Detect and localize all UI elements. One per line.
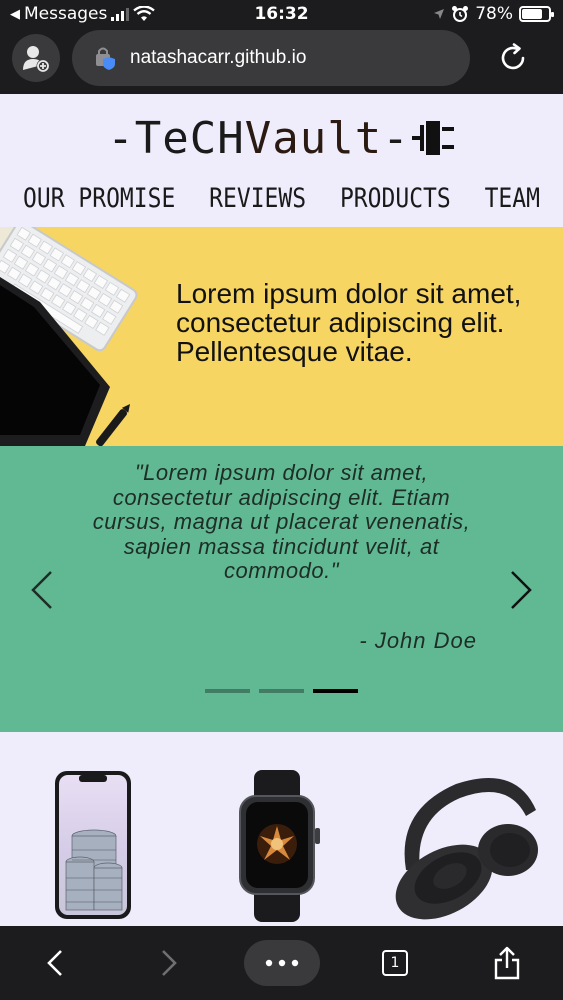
chevron-left-icon bbox=[47, 950, 62, 976]
ellipsis-icon bbox=[265, 959, 299, 967]
reload-icon[interactable] bbox=[497, 42, 529, 74]
more-menu-button[interactable] bbox=[244, 940, 320, 986]
logo-text: -TeCH Vault - bbox=[107, 113, 455, 164]
headphones-product-image[interactable] bbox=[386, 770, 542, 920]
url-field[interactable]: natashacarr.github.io bbox=[72, 30, 470, 86]
status-right: 78% bbox=[433, 4, 554, 24]
logo-prefix: -TeCH bbox=[107, 112, 245, 164]
profile-button[interactable] bbox=[12, 34, 60, 82]
testimonial-author: - John Doe bbox=[359, 628, 477, 653]
carousel-indicator-1[interactable] bbox=[205, 689, 250, 693]
nav-team[interactable]: TEAM bbox=[485, 184, 540, 214]
battery-icon bbox=[519, 6, 554, 22]
testimonial-quote: "Lorem ipsum dolor sit amet, consectetur… bbox=[92, 460, 471, 583]
privacy-shield-icon bbox=[96, 47, 115, 70]
battery-fill bbox=[522, 9, 543, 19]
carousel-indicator-2[interactable] bbox=[259, 689, 304, 693]
smartwatch-product-image[interactable] bbox=[236, 770, 320, 922]
add-profile-icon bbox=[23, 46, 50, 73]
nav-reviews[interactable]: REVIEWS bbox=[209, 184, 306, 214]
url-text: natashacarr.github.io bbox=[130, 47, 307, 68]
nav-products[interactable]: PRODUCTS bbox=[340, 184, 451, 214]
chevron-right-icon bbox=[162, 950, 177, 976]
share-button[interactable] bbox=[490, 940, 524, 986]
status-bar: ◀ Messages 16:32 78% bbox=[0, 0, 563, 30]
alarm-icon bbox=[452, 6, 469, 22]
hero-banner: Lorem ipsum dolor sit amet, consectetur … bbox=[0, 227, 563, 446]
carousel-prev-icon[interactable] bbox=[27, 566, 57, 614]
testimonial-carousel: "Lorem ipsum dolor sit amet, consectetur… bbox=[0, 446, 563, 732]
carousel-indicators bbox=[205, 689, 358, 693]
tab-count: 1 bbox=[382, 950, 408, 976]
products-section bbox=[0, 732, 563, 926]
battery-percent: 78% bbox=[475, 4, 513, 24]
logo-suffix: - bbox=[382, 112, 410, 164]
nav-our-promise[interactable]: OUR PROMISE bbox=[23, 184, 175, 214]
back-button[interactable] bbox=[40, 940, 70, 986]
location-arrow-icon bbox=[434, 9, 445, 19]
carousel-indicator-3[interactable] bbox=[313, 689, 358, 693]
plug-icon bbox=[411, 121, 454, 155]
web-page: -TeCH Vault - OUR PROMISE REVIEWS PRODUCTS… bbox=[0, 94, 563, 926]
carousel-next-icon[interactable] bbox=[506, 566, 536, 614]
browser-bottom-toolbar: 1 bbox=[0, 926, 563, 1000]
forward-button[interactable] bbox=[154, 940, 184, 986]
phone-product-image[interactable] bbox=[54, 770, 134, 922]
share-icon bbox=[494, 946, 520, 980]
desk-tablet-keyboard-image bbox=[0, 227, 180, 446]
tab-switcher-button[interactable]: 1 bbox=[380, 940, 410, 986]
site-logo[interactable]: -TeCH Vault - bbox=[0, 108, 563, 168]
logo-middle: Vault bbox=[244, 112, 383, 164]
browser-address-bar: natashacarr.github.io bbox=[0, 30, 563, 94]
main-nav: OUR PROMISE REVIEWS PRODUCTS TEAM bbox=[0, 184, 563, 214]
hero-text: Lorem ipsum dolor sit amet, consectetur … bbox=[176, 278, 522, 367]
